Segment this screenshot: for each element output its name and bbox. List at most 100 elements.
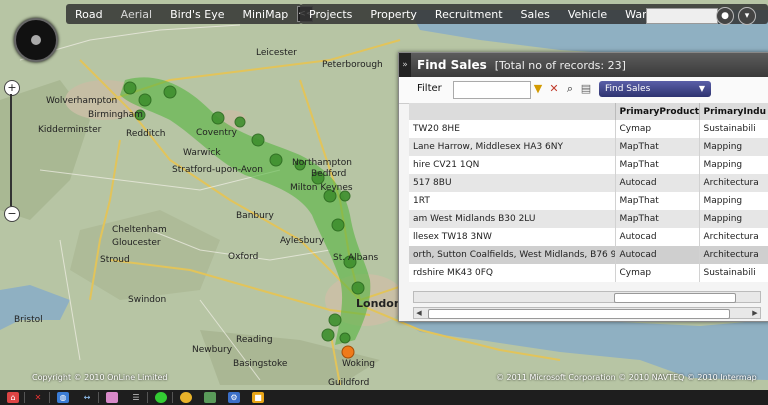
column-header-primary-product[interactable]: PrimaryProduct: [615, 103, 700, 120]
scroll-right-icon[interactable]: ▶: [750, 308, 760, 318]
lock-icon[interactable]: ■: [252, 392, 264, 403]
map-label: Basingstoke: [233, 359, 288, 369]
find-sales-panel: » Find Sales [Total no of records: 23] F…: [398, 52, 768, 322]
map-label: Kidderminster: [38, 125, 102, 135]
map-label: Newbury: [192, 345, 233, 355]
bottom-toolbar: ⌂ ✕ ◍ ↔ ☰ ⚙ ■: [0, 390, 768, 405]
cell-address: 517 8BU: [409, 174, 616, 192]
cell-product: Autocad: [615, 174, 700, 192]
nav-property[interactable]: Property: [361, 8, 426, 21]
map-label: Guildford: [328, 378, 369, 388]
table-row[interactable]: TW20 8HE Cymap Sustainabili: [409, 120, 768, 138]
close-icon[interactable]: ✕: [32, 392, 44, 403]
map-label: Reading: [236, 335, 273, 345]
map-label: Banbury: [236, 211, 275, 221]
nav-recruitment[interactable]: Recruitment: [426, 8, 512, 21]
cell-address: 1RT: [409, 192, 616, 210]
aerial-view-button[interactable]: Aerial: [112, 8, 161, 21]
map-label: Bedford: [311, 169, 346, 179]
zoom-out-icon[interactable]: −: [4, 206, 20, 222]
cell-product: MapThat: [615, 138, 700, 156]
zoom-slider[interactable]: + −: [4, 80, 20, 222]
panel-collapse-icon[interactable]: »: [399, 53, 411, 77]
column-header-primary-industry[interactable]: PrimaryIndu: [699, 103, 768, 120]
grid-header-row: PrimaryProduct PrimaryIndu: [409, 103, 768, 120]
filter-label: Filter: [417, 83, 442, 94]
panel-horizontal-scrollbar[interactable]: ◀ ▶: [413, 307, 761, 319]
table-row[interactable]: 517 8BU Autocad Architectura: [409, 174, 768, 192]
export-icon[interactable]: ▤: [579, 82, 593, 96]
toolbar-divider: [49, 392, 50, 403]
green-dot-icon[interactable]: [155, 392, 167, 403]
funnel-icon[interactable]: ▼: [531, 82, 545, 96]
map-label: Birmingham: [88, 110, 143, 120]
grid-horizontal-scrollbar[interactable]: [413, 291, 761, 303]
map-label: Milton Keynes: [290, 183, 353, 193]
menu-dropdown-icon[interactable]: ▾: [738, 7, 756, 25]
map-label: Swindon: [128, 295, 166, 305]
map-label: Aylesbury: [280, 236, 325, 246]
sun-icon[interactable]: [180, 392, 192, 403]
copyright-left: Copyright © 2010 OnLine Limited: [32, 373, 168, 382]
cell-address: TW20 8HE: [409, 120, 616, 138]
minimap-button[interactable]: MiniMap: [234, 8, 298, 21]
list-icon[interactable]: ☰: [130, 392, 142, 403]
search-icon[interactable]: ⌕: [563, 82, 577, 96]
zoom-in-icon[interactable]: +: [4, 80, 20, 96]
compass-center[interactable]: [31, 35, 41, 45]
map-label: Oxford: [228, 252, 258, 262]
globe-icon[interactable]: ◍: [57, 392, 69, 403]
birds-eye-view-button[interactable]: Bird's Eye: [161, 8, 233, 21]
cell-address: hire CV21 1QN: [409, 156, 616, 174]
cell-address: llesex TW18 3NW: [409, 228, 616, 246]
cell-product: MapThat: [615, 192, 700, 210]
zoom-track[interactable]: [10, 94, 12, 206]
move-icon[interactable]: ↔: [81, 392, 93, 403]
road-view-button[interactable]: Road: [66, 8, 112, 21]
chevron-down-icon: ▼: [698, 84, 705, 93]
copyright-right: © 2011 Microsoft Corporation © 2010 NAVT…: [496, 373, 757, 382]
cell-industry: Sustainabili: [699, 120, 768, 138]
layer-icon[interactable]: [106, 392, 118, 403]
cell-address: am West Midlands B30 2LU: [409, 210, 616, 228]
table-row[interactable]: 1RT MapThat Mapping: [409, 192, 768, 210]
panel-scroll-thumb[interactable]: [428, 309, 730, 319]
home-icon[interactable]: ⌂: [7, 392, 19, 403]
map-label: London: [356, 297, 402, 310]
compass-icon[interactable]: [14, 18, 58, 62]
map-search-input[interactable]: [646, 8, 718, 24]
nav-vehicle[interactable]: Vehicle: [559, 8, 616, 21]
find-sales-select[interactable]: Find Sales ▼: [599, 81, 711, 97]
cell-industry: Sustainabili: [699, 264, 768, 282]
sales-grid: PrimaryProduct PrimaryIndu TW20 8HE Cyma…: [409, 103, 768, 285]
settings-icon[interactable]: ⚙: [228, 392, 240, 403]
toolbar-divider: [24, 392, 25, 403]
cell-address: Lane Harrow, Middlesex HA3 6NY: [409, 138, 616, 156]
map-label: Leicester: [256, 48, 297, 58]
nav-projects[interactable]: Projects: [300, 8, 361, 21]
map-label: Stroud: [100, 255, 130, 265]
map-label: Bristol: [14, 315, 43, 325]
clear-filter-icon[interactable]: ✕: [547, 82, 561, 96]
grid-scroll-thumb[interactable]: [614, 293, 736, 303]
map-label: Coventry: [196, 128, 238, 138]
table-row[interactable]: orth, Sutton Coalfields, West Midlands, …: [409, 246, 768, 264]
table-row[interactable]: Lane Harrow, Middlesex HA3 6NY MapThat M…: [409, 138, 768, 156]
table-row[interactable]: hire CV21 1QN MapThat Mapping: [409, 156, 768, 174]
cell-product: Cymap: [615, 120, 700, 138]
cell-industry: Mapping: [699, 192, 768, 210]
nav-sales[interactable]: Sales: [512, 8, 559, 21]
search-go-icon[interactable]: ●: [716, 7, 734, 25]
map-label: Warwick: [183, 148, 221, 158]
cell-address: rdshire MK43 0FQ: [409, 264, 616, 282]
table-row[interactable]: rdshire MK43 0FQ Cymap Sustainabili: [409, 264, 768, 282]
panel-header: » Find Sales [Total no of records: 23]: [399, 53, 768, 77]
cell-industry: Mapping: [699, 138, 768, 156]
image-icon[interactable]: [204, 392, 216, 403]
selected-sales-marker[interactable]: [341, 345, 355, 359]
scroll-left-icon[interactable]: ◀: [414, 308, 424, 318]
table-row[interactable]: am West Midlands B30 2LU MapThat Mapping: [409, 210, 768, 228]
filter-input[interactable]: [453, 81, 531, 99]
table-row[interactable]: llesex TW18 3NW Autocad Architectura: [409, 228, 768, 246]
column-header-address[interactable]: [409, 103, 616, 120]
